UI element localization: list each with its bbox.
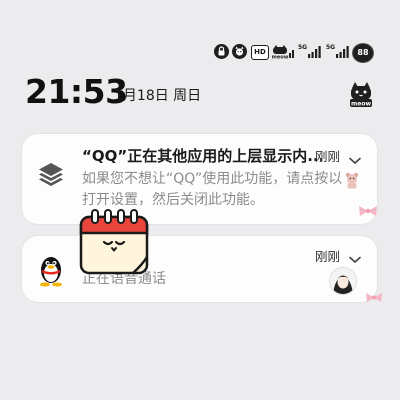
notification-time: 刚刚: [314, 149, 340, 164]
5g-signal-icon: 5G: [298, 44, 326, 60]
svg-text:meow: meow: [272, 55, 289, 61]
pink-bow-icon: [358, 202, 378, 221]
meow-cat-badge-icon[interactable]: meow: [347, 80, 375, 108]
meow-signal-icon: meow: [272, 44, 296, 61]
expand-chevron-icon[interactable]: [349, 150, 361, 165]
notification-card-overlay-permission[interactable]: “QQ”正在其他应用的上层显示内... 刚刚 如果您不想让“QQ”使用此功能，请…: [22, 134, 377, 224]
lock-cat-icon: [214, 44, 229, 59]
hd-icon: HD: [251, 45, 269, 60]
svg-text:meow: meow: [351, 101, 371, 108]
caller-avatar[interactable]: [329, 267, 357, 295]
notification-title: “QQ”正在其他应用的上层显示内...: [82, 147, 322, 165]
battery-icon: 88: [352, 43, 374, 63]
expand-chevron-icon[interactable]: [349, 249, 361, 264]
lockscreen-clock: 21:53: [25, 72, 128, 111]
notification-time: 刚刚: [314, 249, 340, 264]
notification-card-voice-call[interactable]: 刚刚 正在语音通话: [22, 236, 382, 302]
notification-body: 如果您不想让“QQ”使用此功能，请点按以打开设置，然后关闭此功能。: [82, 171, 343, 208]
bear-sticker-icon: [344, 172, 360, 194]
qq-penguin-icon: [36, 253, 66, 287]
pink-bow-icon: [365, 288, 383, 307]
calendar-sticker-icon[interactable]: [78, 207, 152, 277]
lockscreen-date: 1月18日 周日: [114, 88, 202, 104]
layers-icon: [36, 159, 66, 189]
status-bar: HD meow 5G 5G 88: [214, 43, 374, 66]
cat-face-icon: [232, 44, 247, 59]
5g-signal-icon: 5G: [326, 44, 354, 60]
